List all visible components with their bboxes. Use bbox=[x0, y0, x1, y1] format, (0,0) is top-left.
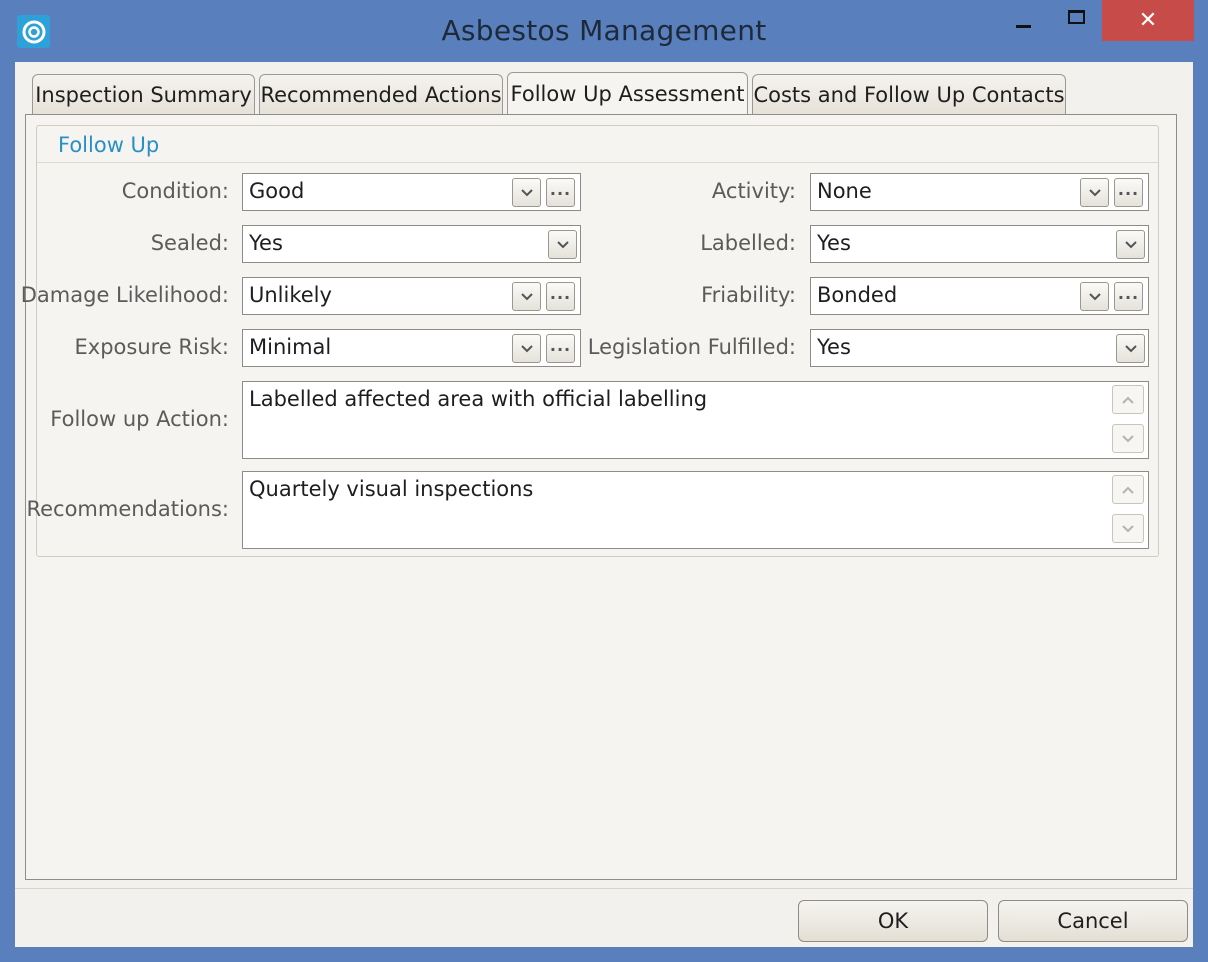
chevron-down-icon bbox=[1124, 344, 1137, 352]
tab-inspection-summary[interactable]: Inspection Summary bbox=[32, 74, 255, 114]
labelled-dropdown-button[interactable] bbox=[1116, 230, 1145, 259]
damage-likelihood-label: Damage Likelihood: bbox=[20, 283, 229, 307]
ellipsis-icon: ... bbox=[549, 179, 572, 199]
damage-likelihood-combobox[interactable]: Unlikely ... bbox=[242, 277, 581, 315]
ellipsis-icon: ... bbox=[549, 335, 572, 355]
chevron-down-icon bbox=[1122, 434, 1134, 442]
chevron-up-icon bbox=[1122, 396, 1134, 404]
damage-likelihood-value: Unlikely bbox=[249, 283, 332, 307]
recommendations-memo[interactable]: Quartely visual inspections bbox=[242, 471, 1149, 549]
group-title: Follow Up bbox=[58, 133, 160, 157]
ellipsis-icon: ... bbox=[1117, 179, 1140, 199]
chevron-down-icon bbox=[520, 292, 533, 300]
labelled-value: Yes bbox=[817, 231, 851, 255]
cancel-button[interactable]: Cancel bbox=[998, 900, 1188, 942]
ok-button-label: OK bbox=[877, 909, 909, 933]
exposure-risk-combobox[interactable]: Minimal ... bbox=[242, 329, 581, 367]
title-bar[interactable]: Asbestos Management ✕ bbox=[0, 0, 1208, 62]
chevron-down-icon bbox=[556, 240, 569, 248]
chevron-down-icon bbox=[1088, 188, 1101, 196]
friability-value: Bonded bbox=[817, 283, 898, 307]
sealed-combobox[interactable]: Yes bbox=[242, 225, 581, 263]
group-header: Follow Up bbox=[37, 126, 1158, 163]
friability-label: Friability: bbox=[701, 283, 796, 307]
follow-up-action-label: Follow up Action: bbox=[50, 407, 229, 431]
tab-follow-up-assessment[interactable]: Follow Up Assessment bbox=[507, 72, 748, 114]
legislation-fulfilled-value: Yes bbox=[817, 335, 851, 359]
ellipsis-icon: ... bbox=[549, 283, 572, 303]
maximize-button[interactable] bbox=[1053, 0, 1099, 41]
sealed-label: Sealed: bbox=[150, 231, 229, 255]
legislation-fulfilled-combobox[interactable]: Yes bbox=[810, 329, 1149, 367]
exposure-risk-dropdown-button[interactable] bbox=[512, 334, 541, 363]
friability-ellipsis-button[interactable]: ... bbox=[1114, 282, 1143, 311]
friability-dropdown-button[interactable] bbox=[1080, 282, 1109, 311]
footer-divider bbox=[15, 888, 1193, 889]
tab-recommended-actions[interactable]: Recommended Actions bbox=[259, 74, 503, 114]
chevron-down-icon bbox=[1124, 240, 1137, 248]
exposure-risk-value: Minimal bbox=[249, 335, 332, 359]
labelled-combobox[interactable]: Yes bbox=[810, 225, 1149, 263]
legislation-fulfilled-label: Legislation Fulfilled: bbox=[587, 335, 796, 359]
dialog-client: Inspection Summary Recommended Actions F… bbox=[15, 62, 1193, 947]
close-icon: ✕ bbox=[1138, 8, 1158, 33]
tab-label: Costs and Follow Up Contacts bbox=[753, 82, 1065, 107]
follow-up-group: Follow Up Condition: Sealed: Damage Like… bbox=[21, 125, 1159, 557]
minimize-icon bbox=[1015, 25, 1031, 28]
scroll-up-button[interactable] bbox=[1112, 475, 1144, 504]
exposure-risk-label: Exposure Risk: bbox=[74, 335, 230, 359]
sealed-value: Yes bbox=[249, 231, 283, 255]
maximize-icon bbox=[1067, 9, 1085, 24]
exposure-risk-ellipsis-button[interactable]: ... bbox=[546, 334, 575, 363]
scroll-down-button[interactable] bbox=[1112, 514, 1144, 543]
friability-combobox[interactable]: Bonded ... bbox=[810, 277, 1149, 315]
legislation-fulfilled-dropdown-button[interactable] bbox=[1116, 334, 1145, 363]
activity-dropdown-button[interactable] bbox=[1080, 178, 1109, 207]
condition-ellipsis-button[interactable]: ... bbox=[546, 178, 575, 207]
ok-button[interactable]: OK bbox=[798, 900, 988, 942]
activity-label: Activity: bbox=[711, 179, 796, 203]
recommendations-label: Recommendations: bbox=[26, 497, 229, 521]
chevron-down-icon bbox=[520, 188, 533, 196]
tab-label: Inspection Summary bbox=[35, 82, 252, 107]
tab-page-follow-up-assessment: Follow Up Condition: Sealed: Damage Like… bbox=[21, 114, 1177, 880]
activity-combobox[interactable]: None ... bbox=[810, 173, 1149, 211]
tab-label: Follow Up Assessment bbox=[510, 81, 745, 106]
cancel-button-label: Cancel bbox=[1057, 909, 1129, 933]
scroll-down-button[interactable] bbox=[1112, 424, 1144, 453]
condition-dropdown-button[interactable] bbox=[512, 178, 541, 207]
tab-costs-follow-up-contacts[interactable]: Costs and Follow Up Contacts bbox=[752, 74, 1066, 114]
close-button[interactable]: ✕ bbox=[1102, 0, 1194, 41]
condition-label: Condition: bbox=[121, 179, 229, 203]
chevron-down-icon bbox=[520, 344, 533, 352]
chevron-down-icon bbox=[1088, 292, 1101, 300]
minimize-button[interactable] bbox=[1000, 0, 1046, 41]
chevron-up-icon bbox=[1122, 486, 1134, 494]
chevron-down-icon bbox=[1122, 524, 1134, 532]
tab-label: Recommended Actions bbox=[260, 82, 502, 107]
activity-value: None bbox=[817, 179, 872, 203]
recommendations-value: Quartely visual inspections bbox=[249, 477, 534, 501]
labelled-label: Labelled: bbox=[700, 231, 796, 255]
follow-up-action-memo[interactable]: Labelled affected area with official lab… bbox=[242, 381, 1149, 459]
condition-value: Good bbox=[249, 179, 305, 203]
condition-combobox[interactable]: Good ... bbox=[242, 173, 581, 211]
activity-ellipsis-button[interactable]: ... bbox=[1114, 178, 1143, 207]
damage-likelihood-ellipsis-button[interactable]: ... bbox=[546, 282, 575, 311]
ellipsis-icon: ... bbox=[1117, 283, 1140, 303]
scroll-up-button[interactable] bbox=[1112, 385, 1144, 414]
follow-up-action-value: Labelled affected area with official lab… bbox=[249, 387, 708, 411]
damage-likelihood-dropdown-button[interactable] bbox=[512, 282, 541, 311]
sealed-dropdown-button[interactable] bbox=[548, 230, 577, 259]
